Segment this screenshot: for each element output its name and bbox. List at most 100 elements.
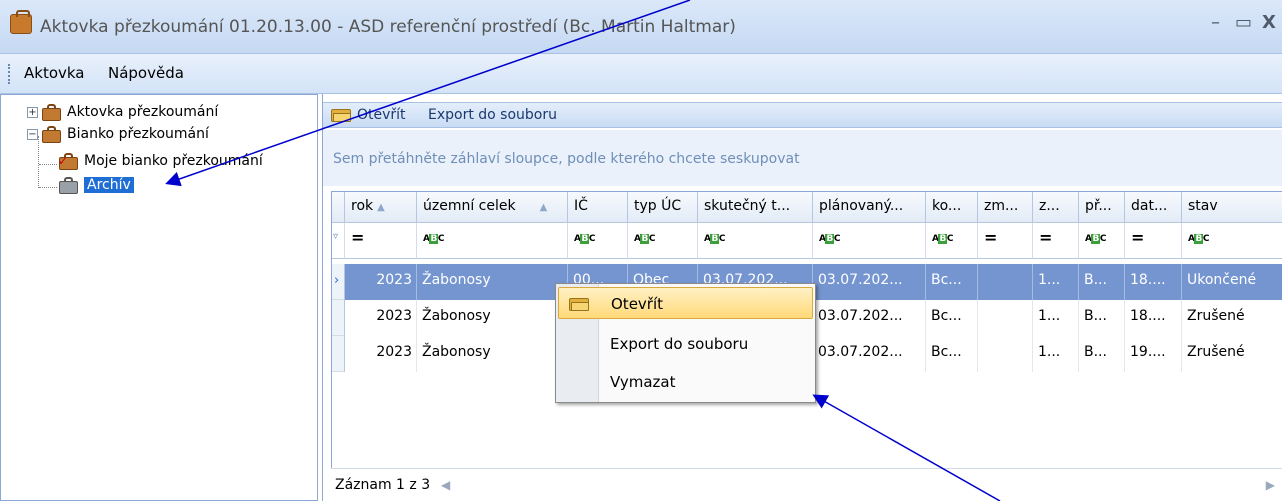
tree-item-label: Aktovka přezkoumání xyxy=(67,104,219,120)
toolbar-grip xyxy=(8,64,11,84)
column-header-uzemni-celek[interactable]: územní celek ▲ xyxy=(417,192,568,223)
tree-item-label: Archív xyxy=(84,177,134,193)
cell-zm xyxy=(978,300,1033,336)
title-bar: Aktovka přezkoumání 01.20.13.00 - ASD re… xyxy=(0,0,1282,54)
tree-item-archiv[interactable]: Archív xyxy=(58,175,134,195)
cell-planovany: 03.07.202... xyxy=(813,300,926,336)
tree-item-bianko[interactable]: − Bianko přezkoumání xyxy=(27,124,209,144)
close-button[interactable]: X xyxy=(1262,12,1276,33)
cell-pr: B... xyxy=(1079,264,1125,300)
action-toolbar: Otevřít Export do souboru xyxy=(323,102,1282,128)
cell-uzemni-celek: Žabonosy xyxy=(417,264,568,300)
column-header-ko[interactable]: ko... xyxy=(926,192,978,223)
menu-napoveda[interactable]: Nápověda xyxy=(108,64,184,82)
text-filter-icon: ABC xyxy=(819,234,840,244)
column-header-planovany[interactable]: plánovaný... xyxy=(813,192,926,223)
cell-dat: 19.... xyxy=(1125,336,1182,372)
cell-uzemni-celek: Žabonosy xyxy=(417,300,568,336)
tree-item-label: Moje bianko přezkoumání xyxy=(84,153,263,169)
cell-ko: Bc... xyxy=(926,336,978,372)
column-header-stav[interactable]: stav xyxy=(1182,192,1282,223)
tree-item-label: Bianko přezkoumání xyxy=(67,126,209,142)
row-indicator xyxy=(332,336,345,372)
column-header-ic[interactable]: IČ xyxy=(568,192,628,223)
tree-item-moje-bianko[interactable]: ✓ Moje bianko přezkoumání xyxy=(58,151,263,171)
column-header-rok[interactable]: rok ▲ xyxy=(345,192,417,223)
filter-ic[interactable]: ABC xyxy=(568,223,628,259)
folder-open-icon xyxy=(331,107,351,122)
cell-stav: Ukončené xyxy=(1182,264,1282,300)
cell-z: 1... xyxy=(1033,336,1079,372)
context-delete-item[interactable]: Vymazat xyxy=(558,366,813,398)
filter-planovany[interactable]: ABC xyxy=(813,223,926,259)
cell-stav: Zrušené xyxy=(1182,336,1282,372)
minimize-button[interactable]: – xyxy=(1211,12,1220,33)
row-pointer-icon: › xyxy=(332,264,345,300)
text-filter-icon: ABC xyxy=(634,234,655,244)
filter-typ-uc[interactable]: ABC xyxy=(628,223,698,259)
context-item-label: Export do souboru xyxy=(610,335,749,353)
cell-z: 1... xyxy=(1033,264,1079,300)
cell-stav: Zrušené xyxy=(1182,300,1282,336)
header-indicator xyxy=(332,192,345,223)
cell-planovany: 03.07.202... xyxy=(813,264,926,300)
equals-icon: = xyxy=(351,228,365,247)
filter-pr[interactable]: ABC xyxy=(1079,223,1125,259)
row-indicator xyxy=(332,300,345,336)
cell-rok: 2023 xyxy=(345,336,417,372)
briefcase-check-icon: ✓ xyxy=(58,152,80,170)
collapse-icon[interactable]: − xyxy=(27,128,38,140)
briefcase-icon xyxy=(10,10,32,34)
filter-uzemni-celek[interactable]: ABC xyxy=(417,223,568,259)
text-filter-icon: ABC xyxy=(932,234,953,244)
cell-ko: Bc... xyxy=(926,264,978,300)
filter-rok[interactable]: = xyxy=(345,223,417,259)
archive-icon xyxy=(58,176,80,194)
filter-dat[interactable]: = xyxy=(1125,223,1182,259)
filter-zm[interactable]: = xyxy=(978,223,1033,259)
briefcase-icon xyxy=(41,103,63,121)
filter-skutecny[interactable]: ABC xyxy=(698,223,813,259)
tree-item-aktovka[interactable]: + Aktovka přezkoumání xyxy=(27,102,218,122)
cell-dat: 18.... xyxy=(1125,264,1182,300)
text-filter-icon: ABC xyxy=(704,234,725,244)
filter-icon[interactable]: ▿ xyxy=(332,223,345,259)
cell-planovany: 03.07.202... xyxy=(813,336,926,372)
context-item-label: Vymazat xyxy=(610,373,676,391)
sort-ascending-icon: ▲ xyxy=(539,202,548,213)
record-navigator: Záznam 1 z 3 ◀ ▶ xyxy=(331,468,1282,501)
sort-ascending-icon: ▲ xyxy=(377,202,385,213)
expand-icon[interactable]: + xyxy=(27,106,38,118)
context-export-item[interactable]: Export do souboru xyxy=(558,328,813,360)
equals-icon: = xyxy=(1039,228,1053,247)
filter-stav[interactable]: ABC xyxy=(1182,223,1282,259)
maximize-button[interactable]: ▭ xyxy=(1235,12,1252,33)
context-menu: Otevřít Export do souboru Vymazat xyxy=(555,283,816,403)
export-button[interactable]: Export do souboru xyxy=(428,107,557,123)
column-header-z[interactable]: z... xyxy=(1033,192,1079,223)
group-by-hint: Sem přetáhněte záhlaví sloupce, podle kt… xyxy=(333,151,800,167)
filter-z[interactable]: = xyxy=(1033,223,1079,259)
record-status: Záznam 1 z 3 xyxy=(335,477,431,493)
column-header-typ-uc[interactable]: typ ÚC xyxy=(628,192,698,223)
open-button[interactable]: Otevřít xyxy=(357,107,406,123)
navigation-tree: + Aktovka přezkoumání − Bianko přezkoumá… xyxy=(0,94,318,501)
context-open-item[interactable]: Otevřít xyxy=(558,287,813,319)
menu-aktovka[interactable]: Aktovka xyxy=(24,64,85,82)
column-header-zm[interactable]: zm... xyxy=(978,192,1033,223)
text-filter-icon: ABC xyxy=(423,234,444,244)
filter-ko[interactable]: ABC xyxy=(926,223,978,259)
cell-rok: 2023 xyxy=(345,300,417,336)
cell-rok: 2023 xyxy=(345,264,417,300)
group-by-panel[interactable]: Sem přetáhněte záhlaví sloupce, podle kt… xyxy=(323,130,1282,186)
column-header-skutecny[interactable]: skutečný t... xyxy=(698,192,813,223)
column-header-pr[interactable]: př... xyxy=(1079,192,1125,223)
scroll-left-icon[interactable]: ◀ xyxy=(441,478,450,492)
text-filter-icon: ABC xyxy=(1085,234,1106,244)
cell-pr: B... xyxy=(1079,336,1125,372)
equals-icon: = xyxy=(984,228,998,247)
context-item-label: Otevřít xyxy=(611,295,664,313)
scroll-right-icon[interactable]: ▶ xyxy=(1266,478,1275,492)
equals-icon: = xyxy=(1131,228,1145,247)
column-header-dat[interactable]: dat... xyxy=(1125,192,1182,223)
